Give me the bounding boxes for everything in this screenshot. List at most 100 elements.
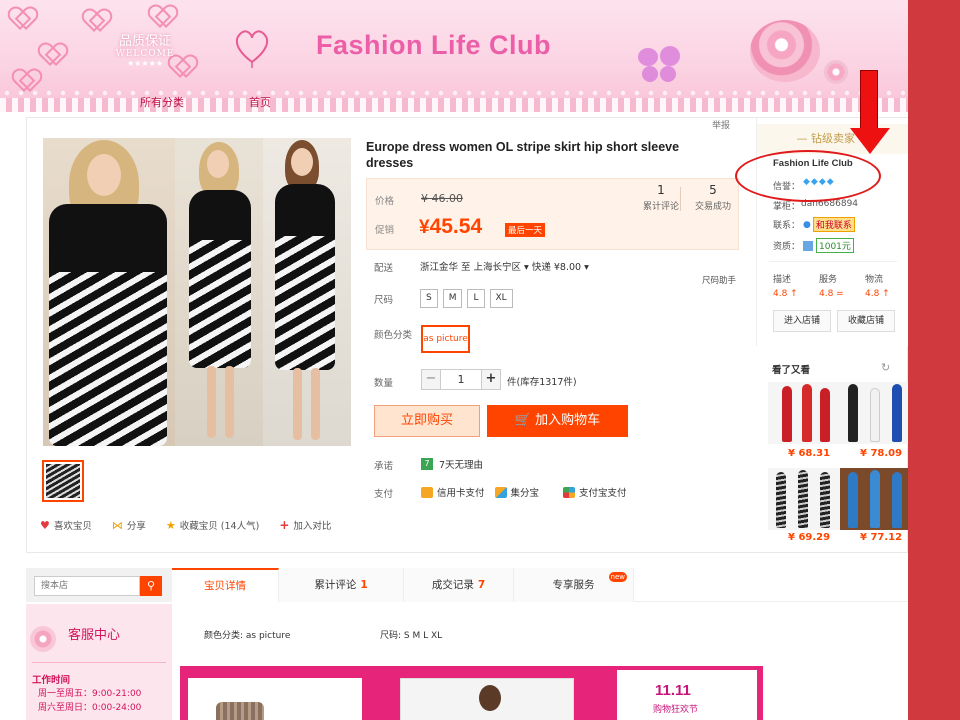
compare-button[interactable]: + 加入对比 xyxy=(279,518,331,532)
promise-label: 承诺 xyxy=(374,461,394,472)
quantity-input[interactable]: 1 xyxy=(441,369,481,390)
also-viewed-item-2[interactable] xyxy=(840,382,908,444)
also-viewed-title: 看了又看 xyxy=(772,365,811,376)
size-option-xl[interactable]: XL xyxy=(489,289,513,308)
also-viewed-item-3[interactable] xyxy=(768,468,840,530)
search-icon: ⚲ xyxy=(146,579,156,592)
sparkle-heart-icon xyxy=(232,24,272,71)
shop-title: Fashion Life Club xyxy=(316,30,551,60)
plus-icon: + xyxy=(279,518,290,532)
product-photo[interactable] xyxy=(43,138,351,446)
rose-decoration xyxy=(750,20,820,82)
annotation-arrow-head xyxy=(850,128,890,154)
tab-services[interactable]: 专享服务 new xyxy=(514,568,634,602)
stock-text: 件(库存1317件) xyxy=(507,377,577,388)
tab-details[interactable]: 宝贝详情 xyxy=(172,568,279,602)
buy-now-button[interactable]: 立即购买 xyxy=(374,405,480,437)
also-viewed-item-1[interactable] xyxy=(768,382,840,444)
payment-points[interactable]: 集分宝 xyxy=(494,485,539,499)
shop-search: ⚲ xyxy=(26,568,172,602)
product-thumbnail[interactable] xyxy=(42,460,84,502)
payment-credit-card[interactable]: 信用卡支付 xyxy=(421,485,485,499)
contact-seller-button[interactable]: ● 和我联系 xyxy=(803,217,855,232)
quantity-increase-button[interactable]: + xyxy=(481,369,501,390)
color-option[interactable]: as picture xyxy=(421,325,470,353)
work-hours-title: 工作时间 xyxy=(32,675,71,686)
price-label: 价格 xyxy=(375,196,395,207)
refresh-icon[interactable]: ↻ xyxy=(881,361,890,374)
shop-search-input[interactable] xyxy=(34,576,140,596)
promo-price: ¥45.54 xyxy=(419,215,483,238)
rose-decoration xyxy=(30,626,56,652)
size-option-m[interactable]: M xyxy=(442,289,463,308)
credit-card-icon xyxy=(421,487,433,498)
delivery-selector[interactable]: 浙江金华 至 上海长宁区 ▾ 快递 ¥8.00 ▾ xyxy=(420,259,589,273)
heart-icon: ♥ xyxy=(40,518,50,532)
chat-icon: ● xyxy=(803,219,811,230)
quality-badge: 品质保证 WELCOME ★★★★★ xyxy=(100,30,190,80)
heart-icon xyxy=(84,10,106,30)
favorite-button[interactable]: ★ 收藏宝贝 (14人气) xyxy=(165,518,259,533)
product-actions: ♥ 喜欢宝贝 ⋈ 分享 ★ 收藏宝贝 (14人气) + 加入对比 xyxy=(40,518,331,532)
new-badge: new xyxy=(608,572,627,582)
also-viewed-price-4: ¥ 77.12 xyxy=(860,532,903,543)
promo-label: 促销 xyxy=(375,225,395,236)
tab-transactions[interactable]: 成交记录 7 xyxy=(404,568,514,602)
price-box: 价格 ¥ 46.00 促销 ¥45.54 最后一天 1 累计评论 5 交易成功 xyxy=(366,178,739,250)
favorite-shop-button[interactable]: 收藏店铺 xyxy=(837,310,895,332)
also-viewed-item-4[interactable] xyxy=(840,468,908,530)
score-logistics: 物流 4.8 ↑ xyxy=(865,275,890,299)
payment-label: 支付 xyxy=(374,489,394,500)
search-button[interactable]: ⚲ xyxy=(140,576,162,596)
quality-text: 品质保证 xyxy=(118,34,171,49)
detail-tabs: 宝贝详情 累计评论 1 成交记录 7 专享服务 new xyxy=(172,568,908,602)
size-label: 尺码 xyxy=(374,295,394,306)
add-to-cart-button[interactable]: 🛒 加入购物车 xyxy=(487,405,628,437)
like-button[interactable]: ♥ 喜欢宝贝 xyxy=(40,518,92,533)
size-option-l[interactable]: L xyxy=(467,289,485,308)
share-button[interactable]: ⋈ 分享 xyxy=(112,518,146,533)
photo-panel-1 xyxy=(43,138,175,446)
size-option-s[interactable]: S xyxy=(420,289,438,308)
quantity-decrease-button[interactable]: − xyxy=(421,369,441,390)
nav-home[interactable]: 首页 xyxy=(249,94,271,110)
cert-label: 资质： xyxy=(773,242,801,252)
also-viewed-price-2: ¥ 78.09 xyxy=(860,448,903,459)
size-helper-link[interactable]: 尺码助手 xyxy=(702,274,736,286)
tab-reviews[interactable]: 累计评论 1 xyxy=(279,568,404,602)
annotation-arrow xyxy=(860,70,878,130)
heart-icon xyxy=(14,70,36,90)
alipay-icon xyxy=(563,487,576,498)
promise-value[interactable]: 7 7天无理由 xyxy=(421,457,483,471)
payment-methods: 信用卡支付 集分宝 支付宝支付 xyxy=(421,485,627,499)
enter-shop-button[interactable]: 进入店铺 xyxy=(773,310,831,332)
promo-banner[interactable]: 11.11 购物狂欢节 xyxy=(180,666,763,720)
score-description: 描述 4.8 ↑ xyxy=(773,275,798,299)
also-viewed-price-1: ¥ 68.31 xyxy=(788,448,831,459)
nav-all-categories[interactable]: 所有分类 xyxy=(140,94,184,110)
score-service: 服务 4.8 = xyxy=(819,275,844,299)
work-hours-weekday: 周一至周五：9:00-21:00 xyxy=(38,689,142,699)
stat-sales[interactable]: 5 交易成功 xyxy=(685,183,741,212)
product-page: 品质保证 WELCOME ★★★★★ Fashion Life Club 所有分… xyxy=(0,0,908,720)
star-icon: ★ xyxy=(165,518,176,532)
promo-subtitle: 购物狂欢节 xyxy=(653,705,699,715)
cert-badges[interactable]: 1001元 xyxy=(803,238,854,253)
original-price: ¥ 46.00 xyxy=(421,192,463,205)
points-icon xyxy=(494,487,507,498)
welcome-text: WELCOME xyxy=(115,49,175,59)
banner-lace xyxy=(0,98,908,112)
photo-panel-2 xyxy=(175,138,263,446)
payment-alipay[interactable]: 支付宝支付 xyxy=(563,485,627,499)
product-title: Europe dress women OL stripe skirt hip s… xyxy=(366,140,680,170)
report-link[interactable]: 举报 xyxy=(712,118,730,131)
work-hours-weekend: 周六至周日：0:00-24:00 xyxy=(38,703,142,713)
right-edge-strip xyxy=(908,0,960,720)
heart-icon xyxy=(150,6,172,26)
color-label: 颜色分类 xyxy=(374,330,413,341)
seven-day-icon: 7 xyxy=(421,458,433,470)
service-title: 客服中心 xyxy=(68,628,121,643)
customer-service-panel: 客服中心 工作时间 周一至周五：9:00-21:00 周六至周日：0:00-24… xyxy=(26,604,172,720)
size-options: S M L XL xyxy=(420,289,513,308)
photo-panel-3 xyxy=(263,138,351,446)
